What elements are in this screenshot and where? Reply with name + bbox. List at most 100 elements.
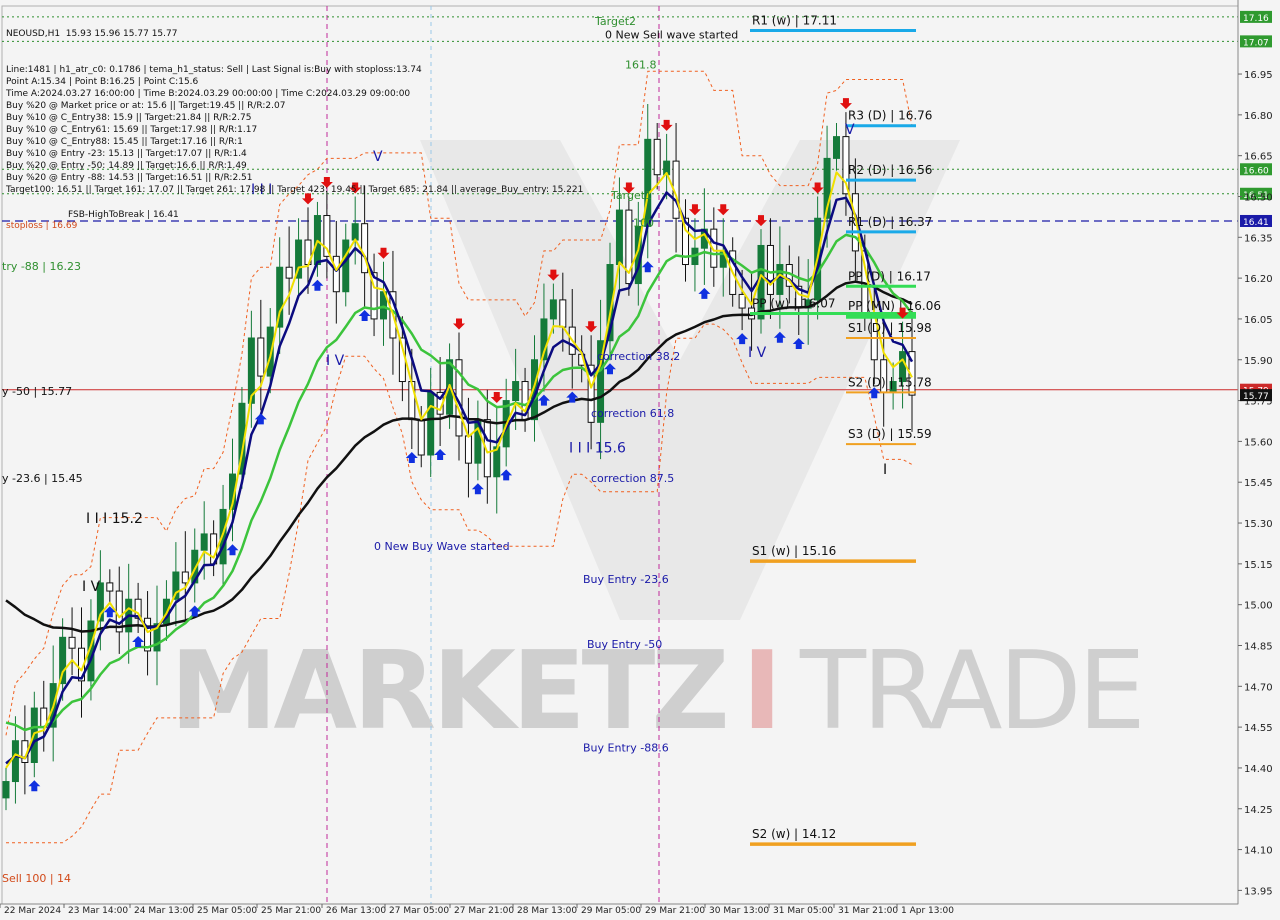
chart-annotation: I I I 15.2 [86, 511, 143, 527]
pivot-label: S2 (D) | 15.78 [848, 375, 932, 389]
price-tick-label: 16.20 [1244, 274, 1273, 285]
candle-body [257, 337, 265, 377]
pivot-label: R1 (D) | 16.37 [848, 215, 932, 229]
price-tick-label: 14.70 [1244, 682, 1273, 693]
chart-annotation: 100 [633, 216, 654, 229]
chart-annotation: Buy Entry -50 [587, 638, 662, 651]
stoploss-label: stoploss | 16.69 [6, 221, 78, 231]
candle-body [68, 636, 76, 649]
time-tick-label: 23 Mar 14:00 [68, 906, 128, 916]
candle-body [738, 293, 746, 309]
price-tick-label: 16.95 [1244, 70, 1273, 81]
info-line: Target100: 16.51 || Target 161: 17.07 ||… [6, 185, 584, 195]
pivot-label: PP (D) | 16.17 [848, 269, 931, 283]
price-tick-label: 15.90 [1244, 356, 1273, 367]
time-tick-label: 31 Mar 05:00 [773, 906, 833, 916]
level-tag-text: 16.41 [1243, 218, 1269, 228]
price-tick-label: 16.05 [1244, 315, 1273, 326]
candle-body [833, 136, 840, 159]
price-tick-label: 16.80 [1244, 111, 1273, 122]
chart-annotation: I I I 15.6 [569, 440, 626, 456]
pivot-label: S1 (w) | 15.16 [752, 544, 836, 558]
candle-body [653, 138, 661, 176]
pivot-label: PP (MN) | 16.06 [848, 299, 941, 313]
price-tick-label: 15.15 [1244, 560, 1273, 571]
price-tick-label: 14.40 [1244, 764, 1273, 775]
candle-body [464, 435, 472, 464]
chart-annotation: try -88 | 16.23 [2, 260, 81, 273]
pivot-label: R1 (w) | 17.11 [752, 13, 837, 27]
chart-annotation: 0 New Sell wave started [605, 29, 738, 42]
pivot-label: PP (w) | 16.07 [752, 296, 836, 310]
chart-annotation: Buy Entry -88.6 [583, 742, 669, 755]
chart-annotation: Target2 [594, 15, 636, 28]
chart-annotation: I V [748, 345, 767, 361]
time-tick-label: 24 Mar 13:00 [134, 906, 194, 916]
chart-annotation: V [845, 122, 855, 138]
info-line: Buy %20 @ Entry -50: 14.89 || Target:16.… [6, 161, 247, 171]
symbol-line: NEOUSD,H1 15.93 15.96 15.77 15.77 [6, 29, 178, 39]
info-line: Line:1481 | h1_atr_c0: 0.1786 | tema_h1_… [6, 65, 422, 75]
info-line: Time A:2024.03.27 16:00:00 | Time B:2024… [6, 89, 411, 99]
level-tag-text: 16.60 [1243, 166, 1269, 176]
time-tick-label: 29 Mar 21:00 [645, 906, 705, 916]
time-tick-label: 27 Mar 05:00 [389, 906, 449, 916]
time-tick-label: 25 Mar 05:00 [197, 906, 257, 916]
chart-annotation: y -23.6 | 15.45 [2, 472, 83, 485]
candle-body [559, 299, 567, 328]
candle-body [766, 244, 774, 295]
chart-annotation: I V [326, 353, 345, 369]
info-line: Buy %20 @ Market price or at: 15.6 || Ta… [6, 101, 286, 111]
time-tick-label: 22 Mar 2024 [4, 906, 61, 916]
candle-body [549, 299, 557, 320]
chart-annotation: 0 New Buy Wave started [374, 540, 510, 553]
chart-annotation: Target1 [610, 189, 652, 202]
info-line: Buy %10 @ Entry -23: 15.13 || Target:17.… [6, 149, 247, 159]
candle-body [776, 264, 784, 295]
time-tick-label: 29 Mar 05:00 [581, 906, 641, 916]
time-tick-label: 27 Mar 21:00 [454, 906, 514, 916]
pivot-label: S2 (w) | 14.12 [752, 827, 836, 841]
price-tick-label: 16.35 [1244, 233, 1273, 244]
info-line: Buy %10 @ C_Entry61: 15.69 || Target:17.… [6, 125, 258, 135]
price-tick-label: 13.95 [1244, 886, 1273, 897]
watermark-text-right: TRADE [799, 629, 1142, 754]
info-lines: Line:1481 | h1_atr_c0: 0.1786 | tema_h1_… [6, 64, 583, 196]
price-tick-label: 15.45 [1244, 478, 1273, 489]
time-tick-label: 26 Mar 13:00 [326, 906, 386, 916]
level-tag-text: 17.16 [1243, 14, 1269, 24]
chart-annotation: correction 87.5 [591, 472, 674, 485]
chart-annotation: 161.8 [625, 59, 657, 72]
watermark-text-mid: I [742, 629, 782, 754]
price-tick-label: 14.25 [1244, 805, 1273, 816]
price-tick-label: 14.85 [1244, 641, 1273, 652]
candle-body [285, 266, 293, 279]
candle-body [342, 239, 350, 293]
time-tick-label: 1 Apr 13:00 [901, 906, 954, 916]
info-panel: NEOUSD,H1 15.93 15.96 15.77 15.77 Line:1… [6, 4, 583, 244]
chart-annotation: Sell 100 | 14 [2, 872, 71, 885]
info-line: Point A:15.34 | Point B:16.25 | Point C:… [6, 77, 199, 87]
candle-body [200, 533, 208, 551]
price-tick-label: 16.65 [1244, 152, 1273, 163]
time-tick-label: 31 Mar 21:00 [838, 906, 898, 916]
candle-body [106, 582, 114, 592]
time-tick-label: 25 Mar 21:00 [261, 906, 321, 916]
price-tick-label: 15.00 [1244, 601, 1273, 612]
current-price-text: 15.77 [1243, 392, 1269, 402]
pivot-label: S1 (D) | 15.98 [848, 321, 932, 335]
candle-body [2, 781, 10, 799]
level-tag-text: 17.07 [1243, 38, 1269, 48]
info-line: Buy %10 @ C_Entry88: 15.45 || Target:17.… [6, 137, 243, 147]
candle-body [427, 391, 435, 456]
candle-body [332, 255, 340, 293]
chart-annotation: y -50 | 15.77 [2, 385, 72, 398]
candle-body [181, 571, 189, 584]
price-tick-label: 16.50 [1244, 192, 1273, 203]
candle-body [615, 209, 623, 266]
pivot-label: S3 (D) | 15.59 [848, 427, 932, 441]
pivot-label: R2 (D) | 16.56 [848, 163, 932, 177]
candle-body [512, 381, 520, 402]
candle-body [644, 138, 652, 227]
pivot-label: R3 (D) | 16.76 [848, 109, 932, 123]
